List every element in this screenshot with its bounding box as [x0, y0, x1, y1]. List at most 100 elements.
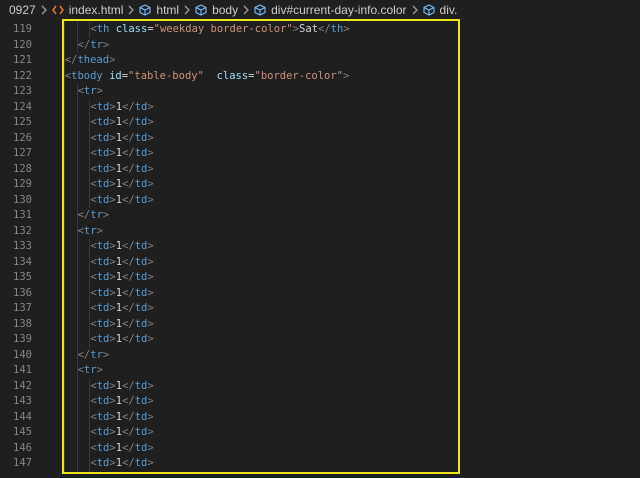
code-line[interactable]: <tr> [52, 84, 472, 100]
code-token: td [134, 457, 148, 469]
indent-guide [76, 146, 78, 162]
code-token: tr [90, 38, 103, 51]
code-line[interactable]: <tr> [52, 223, 472, 239]
code-line[interactable]: <td>1</td> [52, 177, 472, 193]
indent-guide [63, 37, 65, 53]
breadcrumb-item-folder[interactable]: 0927 [0, 3, 36, 17]
indent-guide [89, 456, 91, 472]
code-token: > [147, 255, 154, 268]
breadcrumb-label: 0927 [9, 2, 36, 17]
indent-guide [89, 146, 91, 162]
code-token: > [109, 54, 116, 66]
indent-guide [89, 192, 91, 208]
indent-guide [89, 285, 91, 301]
code-line[interactable]: <td>1</td> [52, 99, 472, 115]
breadcrumb-label: html [156, 2, 180, 17]
line-number: 128 [13, 162, 32, 175]
code-line[interactable]: <td>1</td> [52, 394, 472, 410]
indent-guide [76, 347, 78, 363]
breadcrumb-label: div. [439, 2, 458, 17]
code-line[interactable]: <td>1</td> [52, 115, 472, 131]
breadcrumb-label: div#current-day-info.color [271, 2, 407, 17]
breadcrumb: 0927 index.html html body div#current-da… [0, 0, 640, 19]
element-cube-icon [254, 3, 266, 16]
code-token: class [216, 69, 249, 82]
breadcrumb-item-html[interactable]: html [139, 3, 179, 17]
breadcrumb-item-div[interactable]: div. [422, 2, 458, 17]
line-number: 145 [13, 426, 32, 438]
code-token: </ [122, 441, 135, 454]
line-number: 126 [13, 131, 32, 144]
code-token: td [134, 395, 148, 407]
code-line[interactable]: <td>1</td> [52, 456, 472, 472]
code-token: </ [122, 317, 135, 330]
code-token: td [134, 286, 148, 299]
code-token: "table-body" [128, 69, 204, 82]
code-line[interactable]: <td>1</td> [52, 161, 472, 177]
code-line[interactable]: <td>1</td> [52, 378, 472, 394]
chevron-right-icon [242, 5, 250, 15]
indent-guide [63, 84, 65, 100]
indent-guide [89, 239, 91, 255]
code-token: td [134, 162, 148, 175]
indent-guide [63, 223, 65, 239]
code-token: > [147, 410, 154, 423]
breadcrumb-item-body[interactable]: body [195, 3, 238, 17]
indent-guide [63, 425, 65, 441]
code-token: > [147, 441, 154, 454]
indent-guide [63, 316, 65, 332]
code-line[interactable]: </tr> [52, 347, 472, 363]
breadcrumb-item-file[interactable]: index.html [51, 3, 123, 17]
line-number: 119 [13, 23, 32, 35]
code-line[interactable]: </thead> [52, 53, 472, 69]
indent-guide [76, 223, 78, 239]
code-line[interactable]: <td>1</td> [52, 239, 472, 255]
code-line[interactable]: <tr> [52, 363, 472, 379]
breadcrumb-item-div-current-day-info[interactable]: div#current-day-info.color [254, 2, 407, 17]
line-number: 120 [13, 38, 32, 51]
code-token: td [96, 441, 110, 454]
line-number: 129 [13, 178, 32, 190]
code-line[interactable]: </tr> [52, 208, 472, 224]
indent-guide [76, 332, 78, 348]
code-line[interactable]: <td>1</td> [52, 192, 472, 208]
code-token: </ [77, 209, 91, 221]
line-number: 124 [13, 100, 32, 113]
html-file-icon [51, 4, 64, 16]
code-token: id [109, 69, 122, 82]
code-line[interactable]: <td>1</td> [52, 409, 472, 425]
code-line[interactable]: <td>1</td> [52, 332, 472, 348]
line-number: 123 [13, 85, 32, 97]
code-token: > [147, 131, 154, 144]
indent-guide [76, 270, 78, 286]
code-token: </ [122, 178, 135, 190]
indent-guide [89, 115, 91, 131]
code-area[interactable]: <th class="weekday border-color">Sat</th… [52, 22, 472, 472]
code-token: > [147, 178, 154, 190]
code-token: tr [83, 85, 97, 97]
code-line[interactable]: <td>1</td> [52, 270, 472, 286]
indent-guide [76, 254, 78, 270]
indent-guide [63, 99, 65, 115]
code-line[interactable]: <td>1</td> [52, 130, 472, 146]
code-line[interactable]: <td>1</td> [52, 425, 472, 441]
code-token: td [134, 426, 148, 438]
code-line[interactable]: <th class="weekday border-color">Sat</th… [52, 22, 472, 38]
indent-guide [63, 254, 65, 270]
code-token: td [134, 333, 148, 345]
code-token: > [147, 162, 154, 175]
indent-guide [63, 394, 65, 410]
indent-guide [63, 409, 65, 425]
code-line[interactable]: <td>1</td> [52, 285, 472, 301]
code-line[interactable]: <tbody id="table-body" class="border-col… [52, 68, 472, 84]
indent-guide [63, 332, 65, 348]
code-token: td [134, 271, 148, 283]
code-editor[interactable]: 119 120 121 122 123 124 125 126 127 128 129 130 131 1… [0, 19, 640, 478]
code-line[interactable]: </tr> [52, 37, 472, 53]
code-line[interactable]: <td>1</td> [52, 301, 472, 317]
code-line[interactable]: <td>1</td> [52, 440, 472, 456]
code-line[interactable]: <td>1</td> [52, 316, 472, 332]
code-line[interactable]: <td>1</td> [52, 146, 472, 162]
code-line[interactable]: <td>1</td> [52, 254, 472, 270]
code-token: thead [77, 54, 110, 66]
